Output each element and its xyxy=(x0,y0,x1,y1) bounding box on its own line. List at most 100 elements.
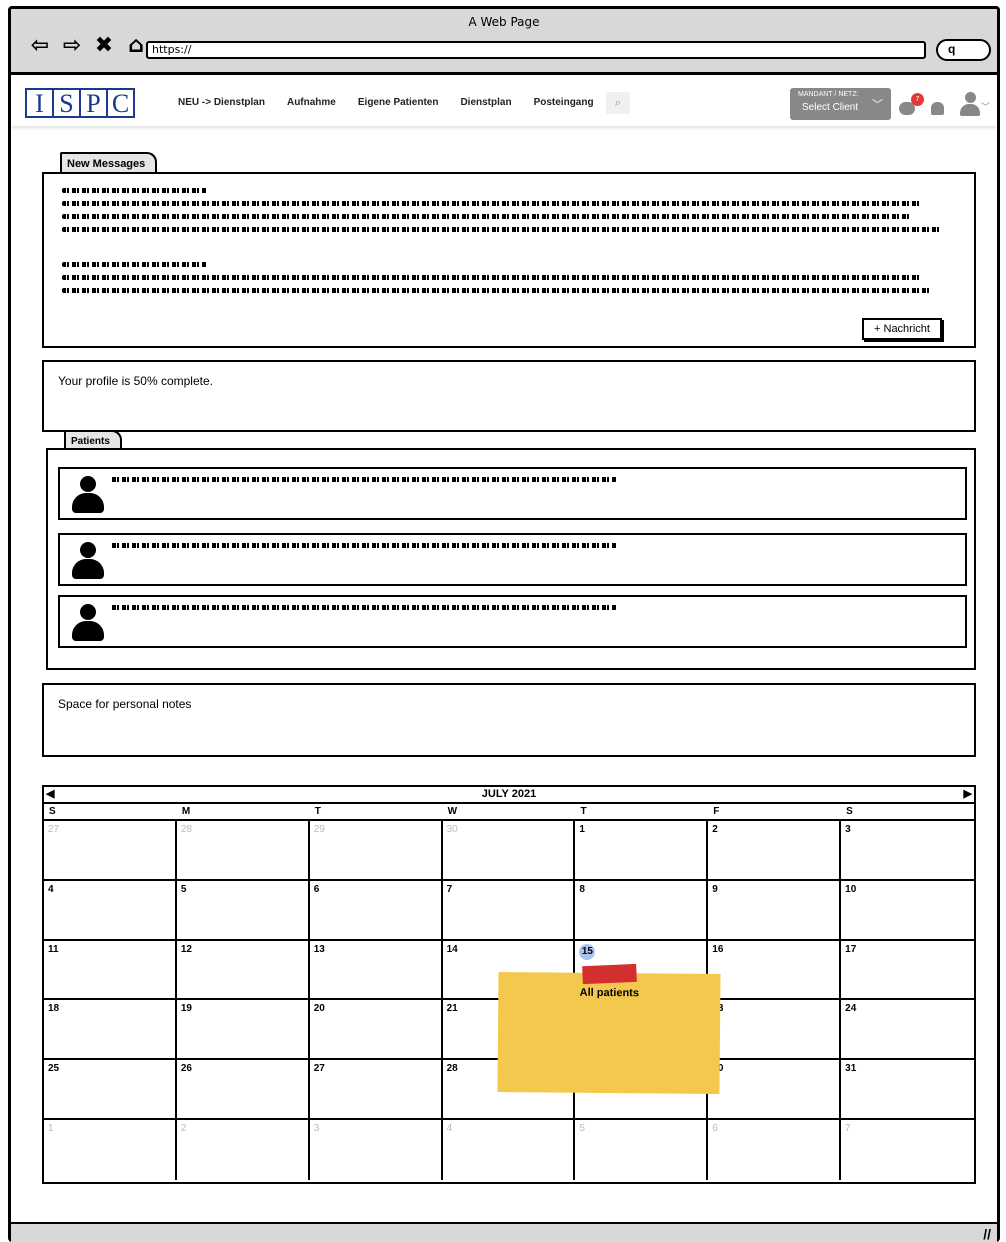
calendar-day[interactable]: 30 xyxy=(442,821,576,881)
calendar-day[interactable]: 5 xyxy=(575,1120,709,1180)
message-line xyxy=(62,201,922,206)
calendar-day-number: 25 xyxy=(48,1063,60,1075)
resize-grip-icon[interactable]: // xyxy=(983,1226,991,1242)
calendar-day[interactable]: 13 xyxy=(309,940,443,1001)
message-line xyxy=(62,275,922,280)
patient-card[interactable] xyxy=(58,533,967,586)
message-line xyxy=(62,227,942,232)
calendar-day[interactable]: 28 xyxy=(176,821,310,881)
url-bar[interactable]: https:// xyxy=(146,41,926,59)
user-menu[interactable]: ﹀ xyxy=(959,92,990,118)
calendar-day[interactable]: 10 xyxy=(841,881,974,941)
weekday-label: T xyxy=(314,806,321,817)
calendar-day[interactable]: 5 xyxy=(176,880,310,941)
menu-search-icon[interactable]: ⌕ xyxy=(606,92,630,114)
calendar-day-number: 27 xyxy=(48,824,60,835)
calendar-day[interactable]: 4 xyxy=(44,880,177,941)
prev-month-icon[interactable]: ◀ xyxy=(46,787,54,802)
calendar-day-number: 26 xyxy=(180,1063,192,1075)
menu-item-posteingang[interactable]: Posteingang xyxy=(534,97,594,108)
stop-icon[interactable]: ✖ xyxy=(91,35,117,57)
calendar-day[interactable]: 1 xyxy=(575,821,709,881)
patient-info xyxy=(112,477,616,482)
calendar-day-number: 11 xyxy=(48,943,59,955)
calendar-day[interactable]: 3 xyxy=(841,821,974,881)
menu-item-aufnahme[interactable]: Aufnahme xyxy=(287,97,336,108)
browser-search-button[interactable]: q xyxy=(936,39,991,61)
calendar-day[interactable]: 18 xyxy=(44,1000,177,1061)
bell-icon[interactable] xyxy=(931,102,944,115)
logo-letter: S xyxy=(52,88,81,118)
weekday-label: M xyxy=(181,806,191,817)
person-icon xyxy=(72,476,104,514)
calendar-day[interactable]: 17 xyxy=(841,941,974,1001)
calendar-day[interactable]: 25 xyxy=(44,1060,177,1121)
profile-complete-text: Your profile is 50% complete. xyxy=(58,374,213,388)
calendar-day[interactable]: 26 xyxy=(176,1060,310,1121)
patient-card[interactable] xyxy=(58,595,967,648)
profile-panel: Your profile is 50% complete. xyxy=(42,360,976,432)
message-line xyxy=(62,288,932,293)
forward-icon[interactable]: ⇨ xyxy=(59,35,85,57)
sticky-note-text: All patients xyxy=(579,986,640,1000)
client-label: MANDANT / NETZ: xyxy=(798,91,859,98)
calendar-day-number: 7 xyxy=(446,883,453,895)
personal-notes-field[interactable]: Space for personal notes xyxy=(42,683,976,757)
calendar-day[interactable]: 31 xyxy=(841,1060,974,1121)
calendar-day-number: 30 xyxy=(446,824,458,835)
menu-item-eigene-patienten[interactable]: Eigene Patienten xyxy=(358,97,439,108)
calendar-day[interactable]: 7 xyxy=(442,880,576,941)
calendar-day[interactable]: 27 xyxy=(309,1060,443,1121)
calendar-day-number: 4 xyxy=(446,1123,453,1135)
calendar-day[interactable]: 6 xyxy=(309,880,443,941)
tab-new-messages[interactable]: New Messages xyxy=(60,152,158,174)
calendar-day[interactable]: 29 xyxy=(309,821,443,881)
calendar-day[interactable]: 27 xyxy=(44,821,177,881)
calendar-day-number: 28 xyxy=(446,1063,458,1075)
weekday-row: SMTWTFS xyxy=(44,804,974,821)
sticky-note[interactable]: All patients xyxy=(497,963,721,1094)
person-icon xyxy=(72,542,104,580)
calendar-day-number: 20 xyxy=(313,1003,325,1015)
calendar-day-number: 9 xyxy=(712,883,718,895)
logo-letter: P xyxy=(79,88,108,118)
weekday-label: T xyxy=(580,806,587,817)
calendar-day-number: 10 xyxy=(845,883,857,895)
calendar-day[interactable]: 23 xyxy=(708,1000,842,1061)
calendar-day[interactable]: 4 xyxy=(443,1120,576,1180)
tab-patients[interactable]: Patients xyxy=(64,430,122,450)
calendar-day-number: 6 xyxy=(712,1123,718,1135)
calendar-day[interactable]: 6 xyxy=(708,1120,842,1180)
calendar-day[interactable]: 16 xyxy=(708,940,842,1001)
calendar-day[interactable]: 24 xyxy=(841,1000,974,1061)
add-message-button[interactable]: + Nachricht xyxy=(862,318,942,340)
calendar-day-number: 17 xyxy=(845,943,857,955)
client-select[interactable]: MANDANT / NETZ: Select Client ﹀ xyxy=(790,88,891,120)
menu-item-neu-dienstplan[interactable]: NEU -> Dienstplan xyxy=(178,97,265,108)
calendar-day[interactable]: 30 xyxy=(708,1060,842,1121)
calendar-day[interactable]: 3 xyxy=(310,1120,443,1180)
calendar-day[interactable]: 7 xyxy=(841,1120,974,1180)
next-month-icon[interactable]: ▶ xyxy=(964,787,972,802)
person-icon xyxy=(72,604,104,642)
patient-card[interactable] xyxy=(58,467,967,520)
chevron-down-icon: ﹀ xyxy=(981,102,991,112)
weekday-label: W xyxy=(447,806,458,817)
back-icon[interactable]: ⇦ xyxy=(27,35,53,57)
calendar-day-number: 19 xyxy=(180,1003,192,1015)
calendar-day[interactable]: 2 xyxy=(708,821,842,881)
calendar-day[interactable]: 9 xyxy=(708,880,842,941)
calendar-day-number: 13 xyxy=(313,943,325,955)
calendar-day[interactable]: 19 xyxy=(176,1000,310,1061)
calendar-day[interactable]: 12 xyxy=(176,940,310,1001)
calendar-day-number: 3 xyxy=(313,1123,320,1135)
notes-placeholder: Space for personal notes xyxy=(58,697,192,711)
avatar-icon xyxy=(965,92,976,103)
ispc-logo[interactable]: I S P C xyxy=(25,88,135,118)
calendar-day[interactable]: 8 xyxy=(575,880,709,941)
calendar-day[interactable]: 1 xyxy=(44,1120,177,1180)
calendar-day[interactable]: 20 xyxy=(309,1000,443,1061)
calendar-day[interactable]: 11 xyxy=(44,940,177,1001)
menu-item-dienstplan[interactable]: Dienstplan xyxy=(460,97,511,108)
calendar-day[interactable]: 2 xyxy=(177,1120,310,1180)
